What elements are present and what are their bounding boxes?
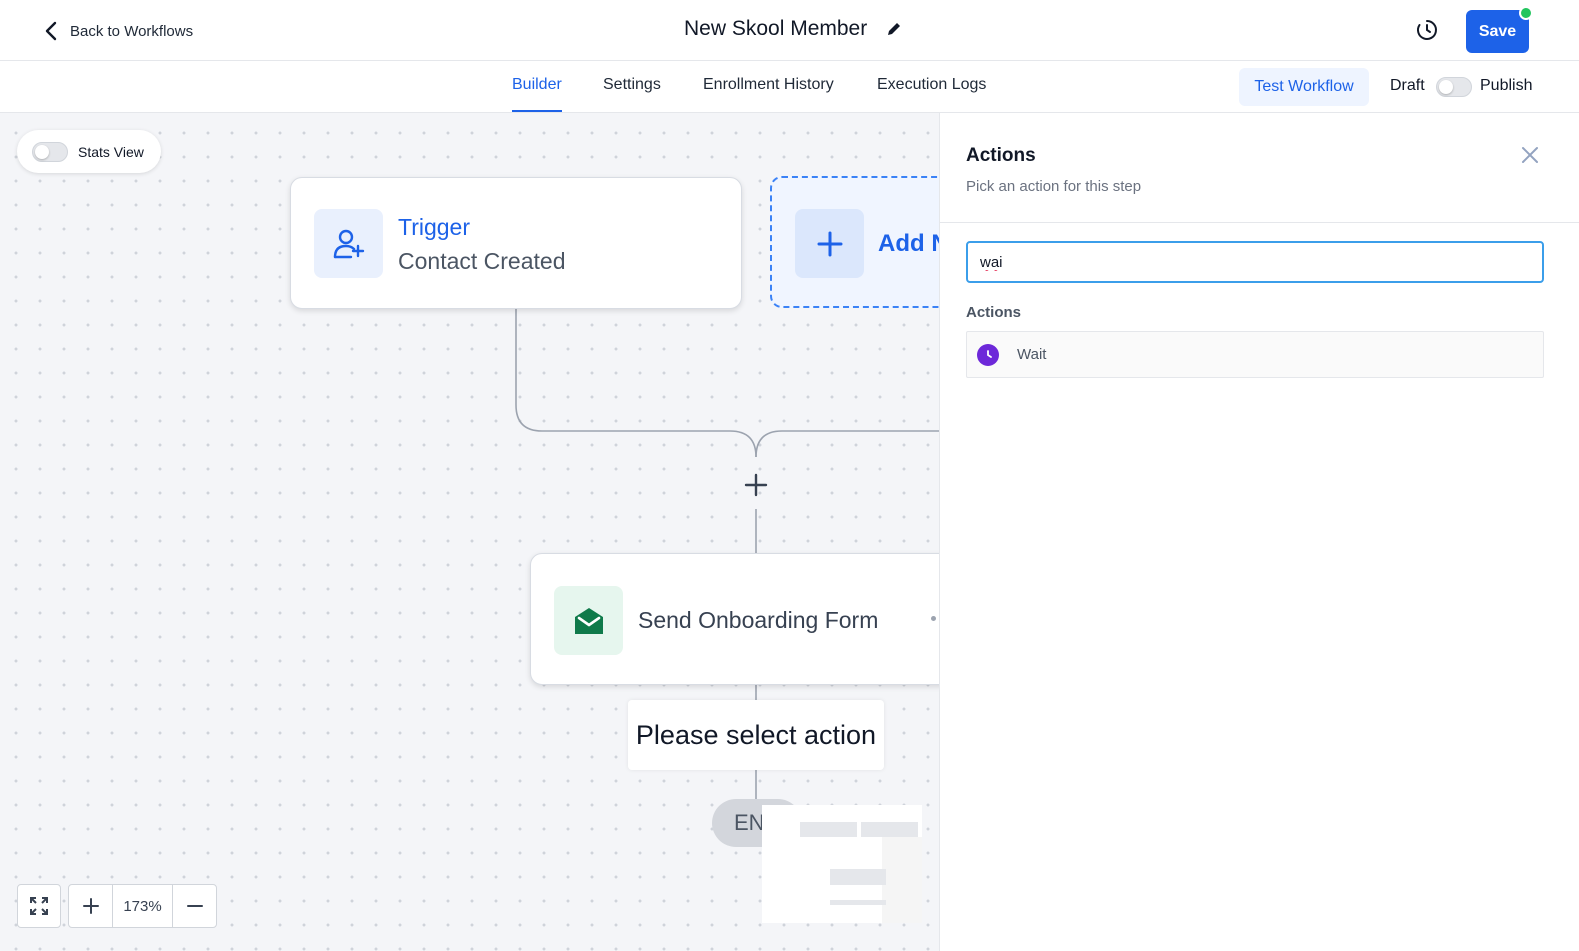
- tab-settings[interactable]: Settings: [603, 76, 661, 112]
- minimap-block: [882, 837, 922, 923]
- panel-divider: [940, 222, 1579, 223]
- plus-icon: [795, 209, 864, 278]
- tab-bar: Builder Settings Enrollment History Exec…: [0, 61, 1579, 113]
- user-plus-icon: [314, 209, 383, 278]
- zoom-in-button[interactable]: [69, 885, 112, 927]
- tab-execution-logs[interactable]: Execution Logs: [877, 76, 986, 112]
- stats-view-label: Stats View: [78, 143, 144, 160]
- minimap[interactable]: [762, 805, 922, 923]
- action-search-input[interactable]: [966, 241, 1544, 283]
- minimap-block: [800, 822, 857, 837]
- add-step-plus-icon[interactable]: [744, 473, 768, 497]
- minimap-block: [830, 900, 886, 905]
- action-result-wait[interactable]: Wait: [966, 331, 1544, 378]
- zoom-level: 173%: [112, 885, 173, 927]
- add-new-trigger-label: Add N: [878, 230, 939, 257]
- minimap-block: [830, 869, 886, 885]
- panel-title: Actions: [966, 145, 1036, 166]
- stats-view-control: Stats View: [17, 130, 161, 173]
- chevron-left-icon: [45, 21, 57, 41]
- expand-icon: [30, 897, 48, 915]
- close-icon[interactable]: [1520, 145, 1540, 165]
- workflow-title: New Skool Member: [684, 17, 868, 40]
- trigger-node[interactable]: Trigger Contact Created: [290, 177, 742, 309]
- back-to-workflows-link[interactable]: Back to Workflows: [42, 20, 193, 42]
- test-workflow-button[interactable]: Test Workflow: [1239, 68, 1369, 106]
- history-clock-icon[interactable]: [1415, 18, 1439, 42]
- publish-toggle[interactable]: [1436, 77, 1472, 97]
- action-result-label: Wait: [1017, 346, 1047, 363]
- minimap-block: [861, 822, 918, 837]
- envelope-open-icon: [554, 586, 623, 655]
- send-onboarding-form-node[interactable]: Send Onboarding Form: [530, 553, 939, 685]
- plus-icon: [82, 898, 99, 914]
- fit-view-button[interactable]: [17, 884, 61, 928]
- trigger-subtitle: Contact Created: [398, 248, 566, 274]
- minus-icon: [186, 905, 203, 907]
- actions-panel: Actions Pick an action for this step Act…: [939, 113, 1579, 951]
- unsaved-status-dot: [1519, 6, 1533, 20]
- pencil-icon[interactable]: [885, 20, 903, 38]
- workflow-title-group: New Skool Member: [684, 17, 903, 41]
- step-label: Send Onboarding Form: [638, 607, 879, 633]
- back-label: Back to Workflows: [70, 22, 194, 40]
- select-action-placeholder[interactable]: Please select action: [628, 700, 884, 770]
- results-section-label: Actions: [966, 304, 1022, 321]
- add-new-trigger-node[interactable]: Add N: [770, 176, 939, 308]
- tab-enrollment-history[interactable]: Enrollment History: [703, 76, 834, 112]
- panel-subtitle: Pick an action for this step: [966, 178, 1142, 195]
- workflow-canvas[interactable]: Stats View Trigger Contact Created Add N: [0, 113, 939, 951]
- tab-builder[interactable]: Builder: [512, 76, 562, 112]
- zoom-controls: 173%: [68, 884, 217, 928]
- step-menu-icon[interactable]: [931, 616, 936, 621]
- publish-label: Publish: [1480, 77, 1533, 94]
- stats-view-toggle[interactable]: [32, 141, 68, 162]
- top-header: Back to Workflows New Skool Member Save: [0, 0, 1579, 61]
- draft-label: Draft: [1390, 77, 1425, 94]
- clock-icon: [977, 343, 999, 366]
- trigger-title: Trigger: [398, 214, 470, 240]
- zoom-out-button[interactable]: [173, 885, 216, 927]
